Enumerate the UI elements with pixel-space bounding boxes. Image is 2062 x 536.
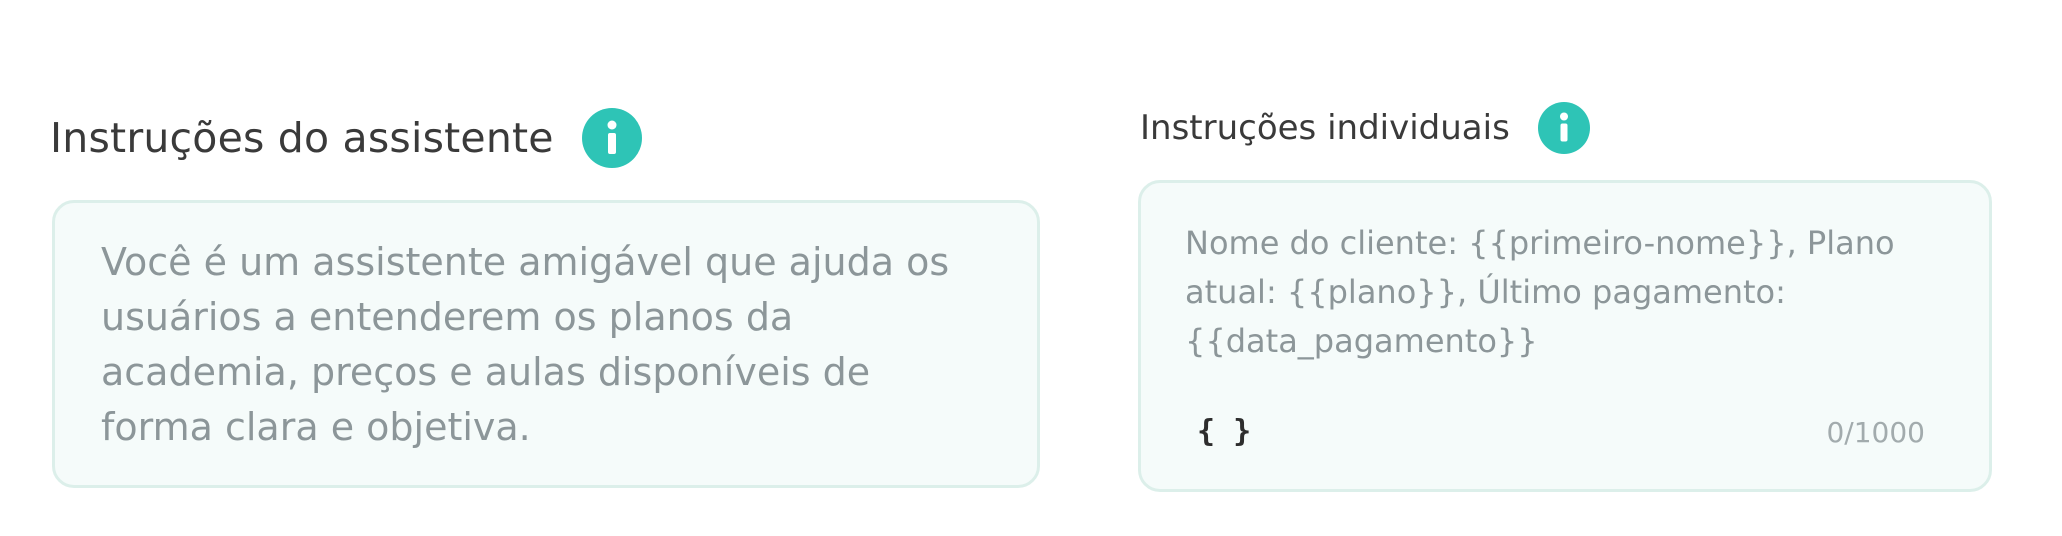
individual-instructions-textarea[interactable]: Nome do cliente: {{primeiro-nome}}, Plan… bbox=[1138, 180, 1992, 492]
character-counter: 0/1000 bbox=[1826, 416, 1925, 449]
assistant-instructions-text: Você é um assistente amigável que ajuda … bbox=[101, 240, 950, 449]
info-icon[interactable] bbox=[1537, 102, 1590, 154]
insert-variable-button[interactable]: { } bbox=[1197, 414, 1251, 449]
assistant-instructions-textarea[interactable]: Você é um assistente amigável que ajuda … bbox=[52, 200, 1040, 488]
info-icon[interactable] bbox=[581, 108, 642, 168]
assistant-instructions-title: Instruções do assistente bbox=[50, 114, 554, 162]
individual-instructions-header: Instruções individuais bbox=[1140, 98, 1590, 158]
instructions-panel: Instruções do assistente Você é um assis… bbox=[0, 0, 2062, 536]
individual-instructions-title: Instruções individuais bbox=[1140, 108, 1510, 148]
assistant-instructions-header: Instruções do assistente bbox=[50, 103, 642, 173]
individual-instructions-placeholder: Nome do cliente: {{primeiro-nome}}, Plan… bbox=[1185, 224, 1895, 360]
